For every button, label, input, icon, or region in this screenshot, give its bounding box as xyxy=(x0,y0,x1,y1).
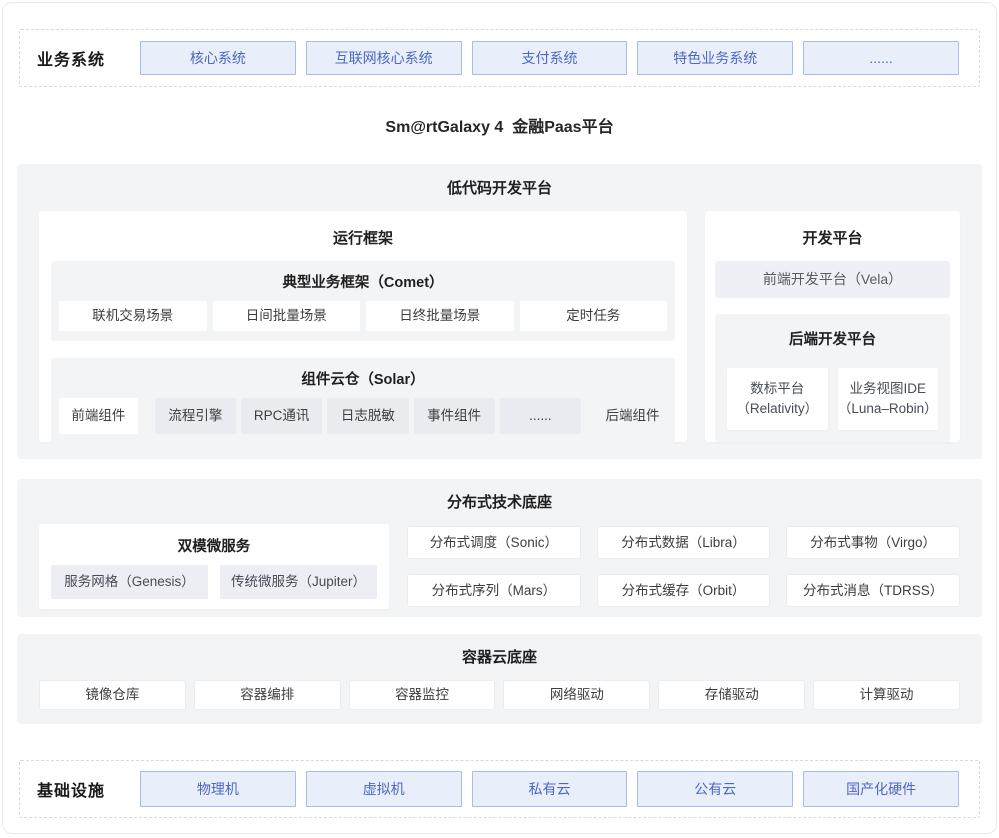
solar-items-row: 前端组件 流程引擎 RPC通讯 日志脱敏 事件组件 ...... 后端组件 xyxy=(59,398,667,434)
infrastructure-items: 物理机 虚拟机 私有云 公有云 国产化硬件 xyxy=(140,771,959,807)
node-container-monitoring: 容器监控 xyxy=(349,680,496,710)
node-business-view-ide-luna-robin: 业务视图IDE （Luna–Robin） xyxy=(838,368,939,430)
node-distributed-transaction-virgo: 分布式事物（Virgo） xyxy=(786,526,960,559)
node-physical-machine: 物理机 xyxy=(140,771,296,807)
backend-dev-items-row: 数标平台 （Relativity） 业务视图IDE （Luna–Robin） xyxy=(727,368,938,430)
dual-mode-items-row: 服务网格（Genesis） 传统微服务（Jupiter） xyxy=(51,565,377,599)
node-storage-driver: 存储驱动 xyxy=(658,680,805,710)
node-service-mesh-genesis: 服务网格（Genesis） xyxy=(51,565,208,599)
node-online-transaction-scene: 联机交易场景 xyxy=(59,301,207,331)
node-image-registry: 镜像仓库 xyxy=(39,680,186,710)
dev-platform-title: 开发平台 xyxy=(715,227,950,248)
node-log-masking: 日志脱敏 xyxy=(327,398,408,434)
low-code-body: 运行框架 典型业务框架（Comet） 联机交易场景 日间批量场景 日终批量场景 … xyxy=(39,211,960,442)
container-cloud-items-row: 镜像仓库 容器编排 容器监控 网络驱动 存储驱动 计算驱动 xyxy=(39,680,960,710)
runtime-framework-card: 运行框架 典型业务框架（Comet） 联机交易场景 日间批量场景 日终批量场景 … xyxy=(39,211,687,442)
infrastructure-label: 基础设施 xyxy=(37,777,140,801)
infrastructure-row: 基础设施 物理机 虚拟机 私有云 公有云 国产化硬件 xyxy=(19,760,980,818)
node-public-cloud: 公有云 xyxy=(637,771,793,807)
runtime-framework-title: 运行框架 xyxy=(51,227,675,248)
node-featured-business-system: 特色业务系统 xyxy=(637,41,793,75)
dual-mode-microservice-title: 双模微服务 xyxy=(51,535,377,556)
node-backend-component: 后端组件 xyxy=(598,398,667,434)
node-core-system: 核心系统 xyxy=(140,41,296,75)
node-distributed-cache-orbit: 分布式缓存（Orbit） xyxy=(597,574,771,607)
node-domestic-hardware: 国产化硬件 xyxy=(803,771,959,807)
dual-mode-microservice-card: 双模微服务 服务网格（Genesis） 传统微服务（Jupiter） xyxy=(39,524,389,609)
node-traditional-microservice-jupiter: 传统微服务（Jupiter） xyxy=(220,565,377,599)
node-frontend-dev-platform-vela: 前端开发平台（Vela） xyxy=(715,261,950,298)
node-distributed-scheduling-sonic: 分布式调度（Sonic） xyxy=(407,526,581,559)
node-frontend-component: 前端组件 xyxy=(59,398,138,434)
container-cloud-section: 容器云底座 镜像仓库 容器编排 容器监控 网络驱动 存储驱动 计算驱动 xyxy=(17,634,982,724)
container-cloud-title: 容器云底座 xyxy=(39,646,960,667)
node-internet-core-system: 互联网核心系统 xyxy=(306,41,462,75)
node-network-driver: 网络驱动 xyxy=(503,680,650,710)
dev-platform-card: 开发平台 前端开发平台（Vela） 后端开发平台 数标平台 （Relativit… xyxy=(705,211,960,442)
business-systems-items: 核心系统 互联网核心系统 支付系统 特色业务系统 ...... xyxy=(140,41,959,75)
node-distributed-sequence-mars: 分布式序列（Mars） xyxy=(407,574,581,607)
node-subname: （Relativity） xyxy=(727,399,828,419)
node-compute-driver: 计算驱动 xyxy=(813,680,960,710)
node-daytime-batch-scene: 日间批量场景 xyxy=(213,301,361,331)
node-payment-system: 支付系统 xyxy=(472,41,628,75)
distributed-services-grid: 分布式调度（Sonic） 分布式数据（Libra） 分布式事物（Virgo） 分… xyxy=(407,524,960,609)
node-subname: （Luna–Robin） xyxy=(838,399,939,419)
solar-component-title: 组件云仓（Solar） xyxy=(59,368,667,389)
distributed-body: 双模微服务 服务网格（Genesis） 传统微服务（Jupiter） 分布式调度… xyxy=(39,524,960,609)
business-systems-row: 业务系统 核心系统 互联网核心系统 支付系统 特色业务系统 ...... xyxy=(19,29,980,87)
node-solar-ellipsis: ...... xyxy=(500,398,581,434)
node-container-orchestration: 容器编排 xyxy=(194,680,341,710)
business-systems-label: 业务系统 xyxy=(37,46,140,70)
low-code-platform-title: 低代码开发平台 xyxy=(39,177,960,198)
node-virtual-machine: 虚拟机 xyxy=(306,771,462,807)
comet-framework-title: 典型业务框架（Comet） xyxy=(59,271,667,292)
node-name: 业务视图IDE xyxy=(838,379,939,399)
comet-framework-group: 典型业务框架（Comet） 联机交易场景 日间批量场景 日终批量场景 定时任务 xyxy=(51,261,675,341)
node-event-component: 事件组件 xyxy=(414,398,495,434)
architecture-diagram: 业务系统 核心系统 互联网核心系统 支付系统 特色业务系统 ...... Sm@… xyxy=(2,2,997,834)
node-name: 数标平台 xyxy=(727,379,828,399)
distributed-base-title: 分布式技术底座 xyxy=(39,491,960,512)
solar-component-group: 组件云仓（Solar） 前端组件 流程引擎 RPC通讯 日志脱敏 事件组件 ..… xyxy=(51,358,675,444)
node-scheduled-task: 定时任务 xyxy=(520,301,668,331)
node-private-cloud: 私有云 xyxy=(472,771,628,807)
distributed-base-section: 分布式技术底座 双模微服务 服务网格（Genesis） 传统微服务（Jupite… xyxy=(17,479,982,617)
low-code-platform-section: 低代码开发平台 运行框架 典型业务框架（Comet） 联机交易场景 日间批量场景… xyxy=(17,164,982,459)
backend-dev-platform-group: 后端开发平台 数标平台 （Relativity） 业务视图IDE （Luna–R… xyxy=(715,314,950,442)
node-eod-batch-scene: 日终批量场景 xyxy=(366,301,514,331)
node-rpc-communication: RPC通讯 xyxy=(241,398,322,434)
node-distributed-data-libra: 分布式数据（Libra） xyxy=(597,526,771,559)
node-distributed-message-tdrss: 分布式消息（TDRSS） xyxy=(786,574,960,607)
node-data-standard-platform-relativity: 数标平台 （Relativity） xyxy=(727,368,828,430)
node-business-ellipsis: ...... xyxy=(803,41,959,75)
platform-title: Sm@rtGalaxy 4 金融Paas平台 xyxy=(17,118,982,138)
node-process-engine: 流程引擎 xyxy=(155,398,236,434)
backend-dev-platform-title: 后端开发平台 xyxy=(727,328,938,349)
comet-items-row: 联机交易场景 日间批量场景 日终批量场景 定时任务 xyxy=(59,301,667,331)
